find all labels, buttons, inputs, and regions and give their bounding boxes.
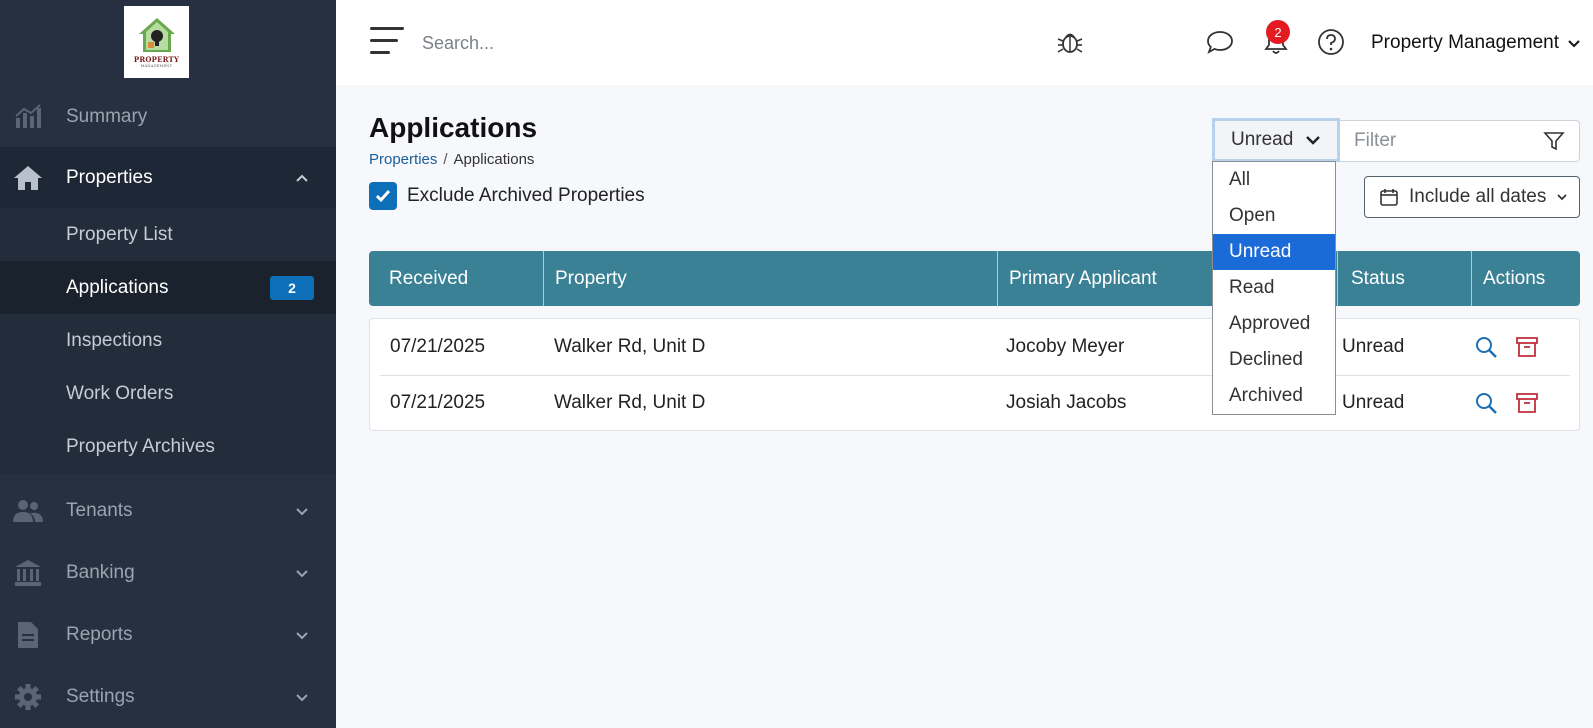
page-title: Applications — [369, 112, 538, 143]
chevron-down-icon — [1306, 136, 1321, 145]
chevron-down-icon — [1568, 40, 1580, 48]
logo-title: PROPERTY — [133, 55, 180, 64]
breadcrumb: Properties / Applications — [369, 151, 534, 168]
applications-count-badge: 2 — [270, 275, 314, 300]
sidebar-item-applications[interactable]: Applications 2 — [0, 261, 336, 314]
sidebar-item-label: Settings — [66, 686, 135, 707]
calendar-icon — [1380, 189, 1398, 206]
topbar: 2 Property Management — [336, 0, 1593, 85]
status-option-read[interactable]: Read — [1213, 270, 1335, 306]
house-logo-icon — [138, 18, 175, 52]
status-option-approved[interactable]: Approved — [1213, 306, 1335, 342]
status-option-all[interactable]: All — [1213, 162, 1335, 198]
sidebar-item-property-list[interactable]: Property List — [0, 208, 336, 261]
table-header: Received Property Primary Applicant Stat… — [369, 251, 1580, 306]
sidebar-item-label: Banking — [66, 562, 135, 583]
sidebar-item-summary[interactable]: Summary — [0, 86, 336, 148]
cell-status: Unread — [1342, 336, 1405, 357]
cell-status: Unread — [1342, 392, 1405, 413]
company-logo[interactable]: PROPERTY MANAGEMENT — [124, 6, 189, 78]
sidebar-item-label: Work Orders — [66, 382, 174, 404]
sidebar-item-label: Reports — [66, 624, 133, 645]
column-header-primary-applicant[interactable]: Primary Applicant — [1009, 251, 1157, 306]
status-option-open[interactable]: Open — [1213, 198, 1335, 234]
status-select-value: Unread — [1231, 129, 1294, 150]
cell-applicant: Jocoby Meyer — [1006, 336, 1125, 357]
table-row[interactable]: 07/21/2025 Walker Rd, Unit D Jocoby Meye… — [380, 319, 1570, 376]
sidebar-item-property-archives[interactable]: Property Archives — [0, 420, 336, 473]
archive-icon[interactable] — [1515, 391, 1539, 415]
sidebar-item-label: Property Archives — [66, 435, 215, 457]
chat-icon[interactable] — [1206, 28, 1234, 56]
file-icon — [12, 619, 44, 651]
sidebar-item-tenants[interactable]: Tenants — [0, 480, 336, 542]
filter-placeholder: Filter — [1354, 130, 1397, 151]
help-icon[interactable] — [1317, 28, 1345, 56]
status-select[interactable]: Unread — [1212, 118, 1340, 162]
sidebar-item-label: Properties — [66, 167, 153, 188]
breadcrumb-properties-link[interactable]: Properties — [369, 151, 437, 168]
cell-applicant: Josiah Jacobs — [1006, 392, 1127, 413]
exclude-archived-label[interactable]: Exclude Archived Properties — [407, 185, 645, 207]
sidebar-item-work-orders[interactable]: Work Orders — [0, 367, 336, 420]
chevron-down-icon — [1557, 194, 1567, 201]
search-input[interactable] — [422, 26, 802, 60]
status-option-unread[interactable]: Unread — [1213, 234, 1335, 270]
chevron-down-icon — [296, 694, 308, 702]
notification-count-badge: 2 — [1266, 20, 1290, 44]
cell-property: Walker Rd, Unit D — [554, 336, 706, 357]
chevron-up-icon — [296, 174, 308, 182]
breadcrumb-separator: / — [443, 151, 448, 168]
column-header-actions: Actions — [1483, 267, 1546, 289]
sidebar-item-label: Tenants — [66, 500, 133, 521]
users-icon — [12, 495, 44, 527]
chart-icon — [12, 101, 44, 133]
chevron-down-icon — [296, 632, 308, 640]
breadcrumb-current: Applications — [453, 151, 535, 168]
status-dropdown-menu: All Open Unread Read Approved Declined A… — [1212, 161, 1336, 415]
cell-received: 07/21/2025 — [390, 392, 486, 413]
logo-subtitle: MANAGEMENT — [140, 64, 173, 68]
gear-icon — [12, 681, 44, 713]
date-range-button[interactable]: Include all dates — [1364, 176, 1580, 218]
sidebar-item-banking[interactable]: Banking — [0, 542, 336, 604]
archive-icon[interactable] — [1515, 335, 1539, 359]
bug-icon[interactable] — [1056, 28, 1084, 56]
filter-input[interactable]: Filter — [1340, 120, 1580, 162]
account-menu[interactable]: Property Management — [1371, 32, 1581, 54]
home-icon — [12, 162, 44, 194]
date-range-label: Include all dates — [1409, 186, 1547, 207]
account-label: Property Management — [1371, 32, 1559, 53]
exclude-archived-row: Exclude Archived Properties — [369, 182, 645, 210]
sidebar-item-properties[interactable]: Properties — [0, 147, 336, 209]
status-option-declined[interactable]: Declined — [1213, 342, 1335, 378]
sidebar-item-label: Inspections — [66, 329, 163, 351]
column-header-received[interactable]: Received — [389, 251, 468, 306]
status-option-archived[interactable]: Archived — [1213, 378, 1335, 414]
column-header-status[interactable]: Status — [1351, 251, 1405, 306]
view-icon[interactable] — [1474, 391, 1498, 415]
view-icon[interactable] — [1474, 335, 1498, 359]
sidebar-item-label: Summary — [66, 106, 148, 127]
sidebar-item-settings[interactable]: Settings — [0, 666, 336, 728]
properties-submenu: Property List Applications 2 Inspections… — [0, 208, 336, 474]
bank-icon — [12, 557, 44, 589]
column-header-property[interactable]: Property — [555, 251, 627, 306]
filter-icon[interactable] — [1543, 130, 1565, 152]
chevron-down-icon — [296, 508, 308, 516]
exclude-archived-checkbox[interactable] — [369, 182, 397, 210]
sidebar-item-label: Property List — [66, 223, 173, 245]
checkmark-icon — [375, 190, 391, 203]
table-row[interactable]: 07/21/2025 Walker Rd, Unit D Josiah Jaco… — [370, 375, 1581, 432]
cell-received: 07/21/2025 — [390, 336, 486, 357]
cell-property: Walker Rd, Unit D — [554, 392, 706, 413]
sidebar-item-reports[interactable]: Reports — [0, 604, 336, 666]
sidebar-item-label: Applications — [66, 276, 169, 298]
menu-toggle-icon[interactable] — [370, 27, 404, 57]
chevron-down-icon — [296, 570, 308, 578]
sidebar-item-inspections[interactable]: Inspections — [0, 314, 336, 367]
sidebar: PROPERTY MANAGEMENT Summary Properties P… — [0, 0, 336, 728]
table-body: 07/21/2025 Walker Rd, Unit D Jocoby Meye… — [369, 318, 1580, 431]
